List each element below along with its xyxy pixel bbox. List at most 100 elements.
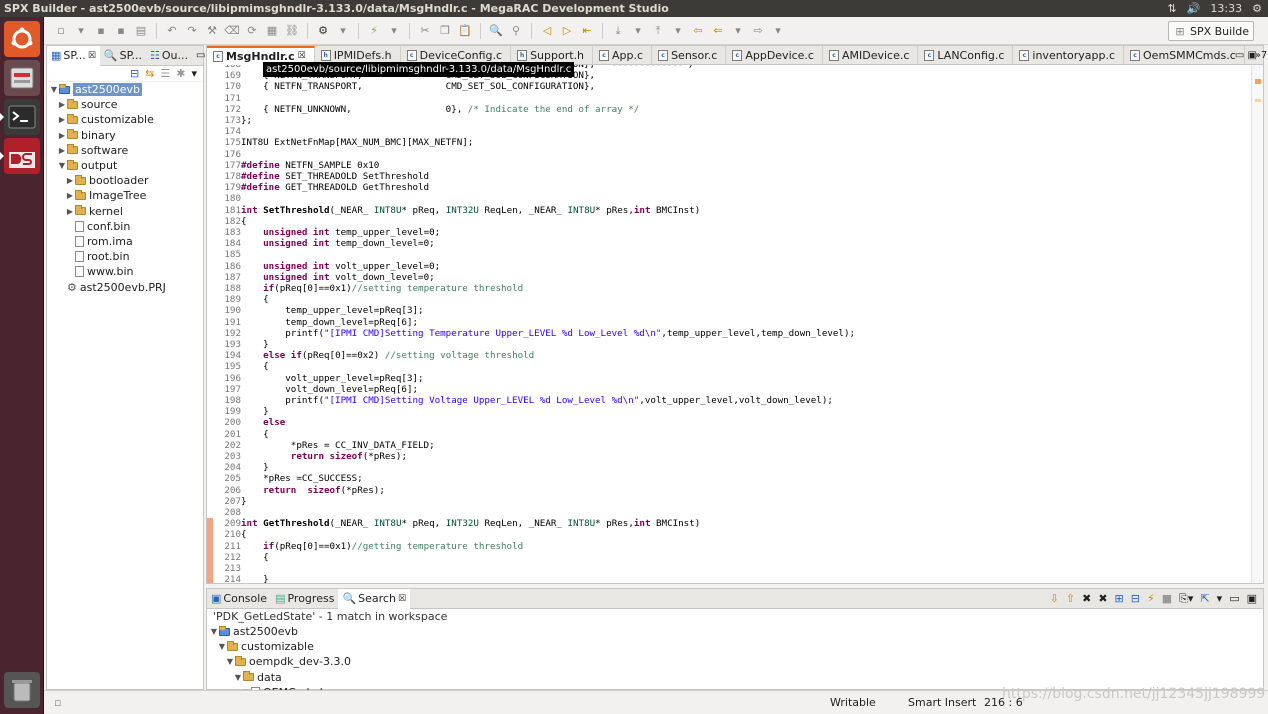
pin-icon[interactable]: ⚲ <box>507 22 525 40</box>
code-line[interactable]: return sizeof(*pRes); <box>241 451 407 462</box>
tree-item[interactable]: ▶ kernel <box>47 204 203 219</box>
overview-ruler[interactable] <box>1251 65 1263 583</box>
dropdown-icon[interactable]: ▾ <box>669 22 687 40</box>
clock[interactable]: 13:33 <box>1210 2 1242 15</box>
code-line[interactable]: } <box>241 462 269 473</box>
code-line[interactable]: } <box>241 406 269 417</box>
refresh-icon[interactable]: ⟳ <box>243 22 261 40</box>
tab-outline[interactable]: ☷ Ou... <box>146 46 192 66</box>
run-search-again-icon[interactable]: ⚡ <box>1147 592 1155 606</box>
minimize-icon[interactable]: ▭ <box>196 50 205 61</box>
fast-view-icon[interactable]: ▫ <box>54 696 61 709</box>
tree-item[interactable]: ▶ ImageTree <box>47 188 203 203</box>
code-line[interactable]: } <box>241 496 247 507</box>
previous-match-icon[interactable]: ⇧ <box>1066 592 1075 606</box>
code-line[interactable]: if(pReq[0]==0x1)//setting temperature th… <box>241 283 523 294</box>
redo-icon[interactable]: ↷ <box>183 22 201 40</box>
collapsed-arrow-icon[interactable]: ▶ <box>57 115 67 124</box>
goto-icon[interactable]: ⤓ <box>609 22 627 40</box>
next-match-icon[interactable]: ⇩ <box>1050 592 1059 606</box>
code-line[interactable]: int SetThreshold(_NEAR_ INT8U* pReq, INT… <box>241 205 700 216</box>
trash-launcher-button[interactable] <box>4 672 40 708</box>
code-line[interactable]: { NETFN_TRANSPORT, CMD_SET_SOL_CONFIGURA… <box>241 81 595 92</box>
link-icon[interactable]: ⛓ <box>283 22 301 40</box>
expanded-arrow-icon[interactable]: ▼ <box>57 161 67 170</box>
editor-tab[interactable]: c AMIDevice.c <box>823 45 919 65</box>
code-line[interactable]: { <box>241 216 247 227</box>
cancel-search-icon[interactable]: ■ <box>1162 592 1172 606</box>
build-icon[interactable]: ⚒ <box>203 22 221 40</box>
search-result-item[interactable]: ▼ oempdk_dev-3.3.0 <box>207 654 1263 669</box>
collapse-all-icon[interactable]: ⊟ <box>130 67 139 80</box>
code-line[interactable]: { <box>241 529 247 540</box>
forward-icon[interactable]: ⇨ <box>749 22 767 40</box>
terminal-launcher-button[interactable] <box>0 99 40 135</box>
dropdown-icon[interactable]: ▾ <box>385 22 403 40</box>
code-line[interactable]: { <box>241 294 269 305</box>
search-result-item[interactable]: ▼ customizable <box>207 639 1263 654</box>
tree-item[interactable]: ▶ customizable <box>47 112 203 127</box>
package-icon[interactable]: ▦ <box>263 22 281 40</box>
dropdown-icon[interactable]: ▾ <box>729 22 747 40</box>
code-line[interactable]: unsigned int volt_upper_level=0; <box>241 261 440 272</box>
collapsed-arrow-icon[interactable]: ▶ <box>65 176 75 185</box>
code-line[interactable]: { NETFN_UNKNOWN, 0}, /* Indicate the end… <box>241 104 639 115</box>
link-with-editor-icon[interactable]: ⇆ <box>145 67 154 80</box>
cut-icon[interactable]: ✂ <box>416 22 434 40</box>
undo-icon[interactable]: ↶ <box>163 22 181 40</box>
next-annotation-icon[interactable]: ▷ <box>558 22 576 40</box>
perspective-switcher[interactable]: ⊞ SPX Builde <box>1167 21 1254 41</box>
collapsed-arrow-icon[interactable]: ▶ <box>57 131 67 140</box>
ubuntu-dash-button[interactable] <box>4 21 40 57</box>
filter-icon[interactable]: ☰ <box>160 67 170 80</box>
code-line[interactable]: int GetThreshold(_NEAR_ INT8U* pReq, INT… <box>241 518 700 529</box>
tree-item[interactable]: ▶ software <box>47 143 203 158</box>
editor-tab[interactable]: c App.c <box>593 45 653 65</box>
close-icon[interactable]: ☒ <box>298 51 306 61</box>
tree-item[interactable]: rom.ima <box>47 234 203 249</box>
last-edit-icon[interactable]: ⇤ <box>578 22 596 40</box>
new-icon[interactable]: ▫ <box>52 22 70 40</box>
code-line[interactable]: unsigned int temp_down_level=0; <box>241 238 435 249</box>
dropdown-icon[interactable]: ▾ <box>334 22 352 40</box>
tree-item[interactable]: ⚙ ast2500evb.PRJ <box>47 279 203 294</box>
code-line[interactable]: else if(pReq[0]==0x2) //setting voltage … <box>241 350 534 361</box>
code-line[interactable]: }; <box>241 115 252 126</box>
overview-marker[interactable] <box>1255 99 1261 102</box>
keyboard-icon[interactable]: ⇅ <box>1168 2 1177 15</box>
remove-match-icon[interactable]: ✖ <box>1082 592 1091 606</box>
tree-item[interactable]: ▼ ast2500evb <box>47 82 203 97</box>
tab-spx-search[interactable]: 🔍 SP... <box>100 46 146 66</box>
code-line[interactable]: return sizeof(*pRes); <box>241 485 385 496</box>
view-menu-icon[interactable]: ▾ <box>191 67 197 80</box>
code-line[interactable]: else <box>241 417 285 428</box>
search-history-icon[interactable]: ⎘▾ <box>1179 592 1193 606</box>
code-line[interactable]: unsigned int volt_down_level=0; <box>241 272 435 283</box>
sync-icon[interactable]: ✱ <box>176 67 185 80</box>
code-line[interactable]: printf("[IPMI CMD]Setting Voltage Upper_… <box>241 395 833 406</box>
dropdown-icon[interactable]: ▾ <box>769 22 787 40</box>
collapsed-arrow-icon[interactable]: ▶ <box>65 191 75 200</box>
tree-item[interactable]: ▼ output <box>47 158 203 173</box>
minimize-icon[interactable]: ▭ <box>1229 592 1239 606</box>
expand-all-icon[interactable]: ⊞ <box>1115 592 1124 606</box>
tree-item[interactable]: ▶ binary <box>47 128 203 143</box>
search-result-item[interactable]: ▼ ast2500evb <box>207 624 1263 639</box>
settings-gear-icon[interactable]: ⚙ <box>1252 2 1262 15</box>
pin-view-icon[interactable]: ⇱ <box>1200 592 1209 606</box>
code-editor[interactable]: 168 { NETFN_TRANSPORT, CMD_SET_SOL_CONFI… <box>207 65 1247 583</box>
save-all-icon[interactable]: ▪ <box>112 22 130 40</box>
expanded-arrow-icon[interactable]: ▼ <box>225 657 235 666</box>
code-line[interactable]: { <box>241 552 269 563</box>
tree-item[interactable]: ▶ bootloader <box>47 173 203 188</box>
clean-icon[interactable]: ⌫ <box>223 22 241 40</box>
expanded-arrow-icon[interactable]: ▼ <box>217 642 227 651</box>
expanded-arrow-icon[interactable]: ▼ <box>209 627 219 636</box>
prev-annotation-icon[interactable]: ◁ <box>538 22 556 40</box>
code-line[interactable]: #define SET_THREADOLD SetThreshold <box>241 171 429 182</box>
tab-search[interactable]: 🔍 Search ☒ <box>338 588 411 609</box>
back-icon[interactable]: ⇦ <box>689 22 707 40</box>
tree-item[interactable]: www.bin <box>47 264 203 279</box>
dropdown-icon[interactable]: ▾ <box>72 22 90 40</box>
code-line[interactable]: printf("[IPMI CMD]Setting Temperature Up… <box>241 328 855 339</box>
